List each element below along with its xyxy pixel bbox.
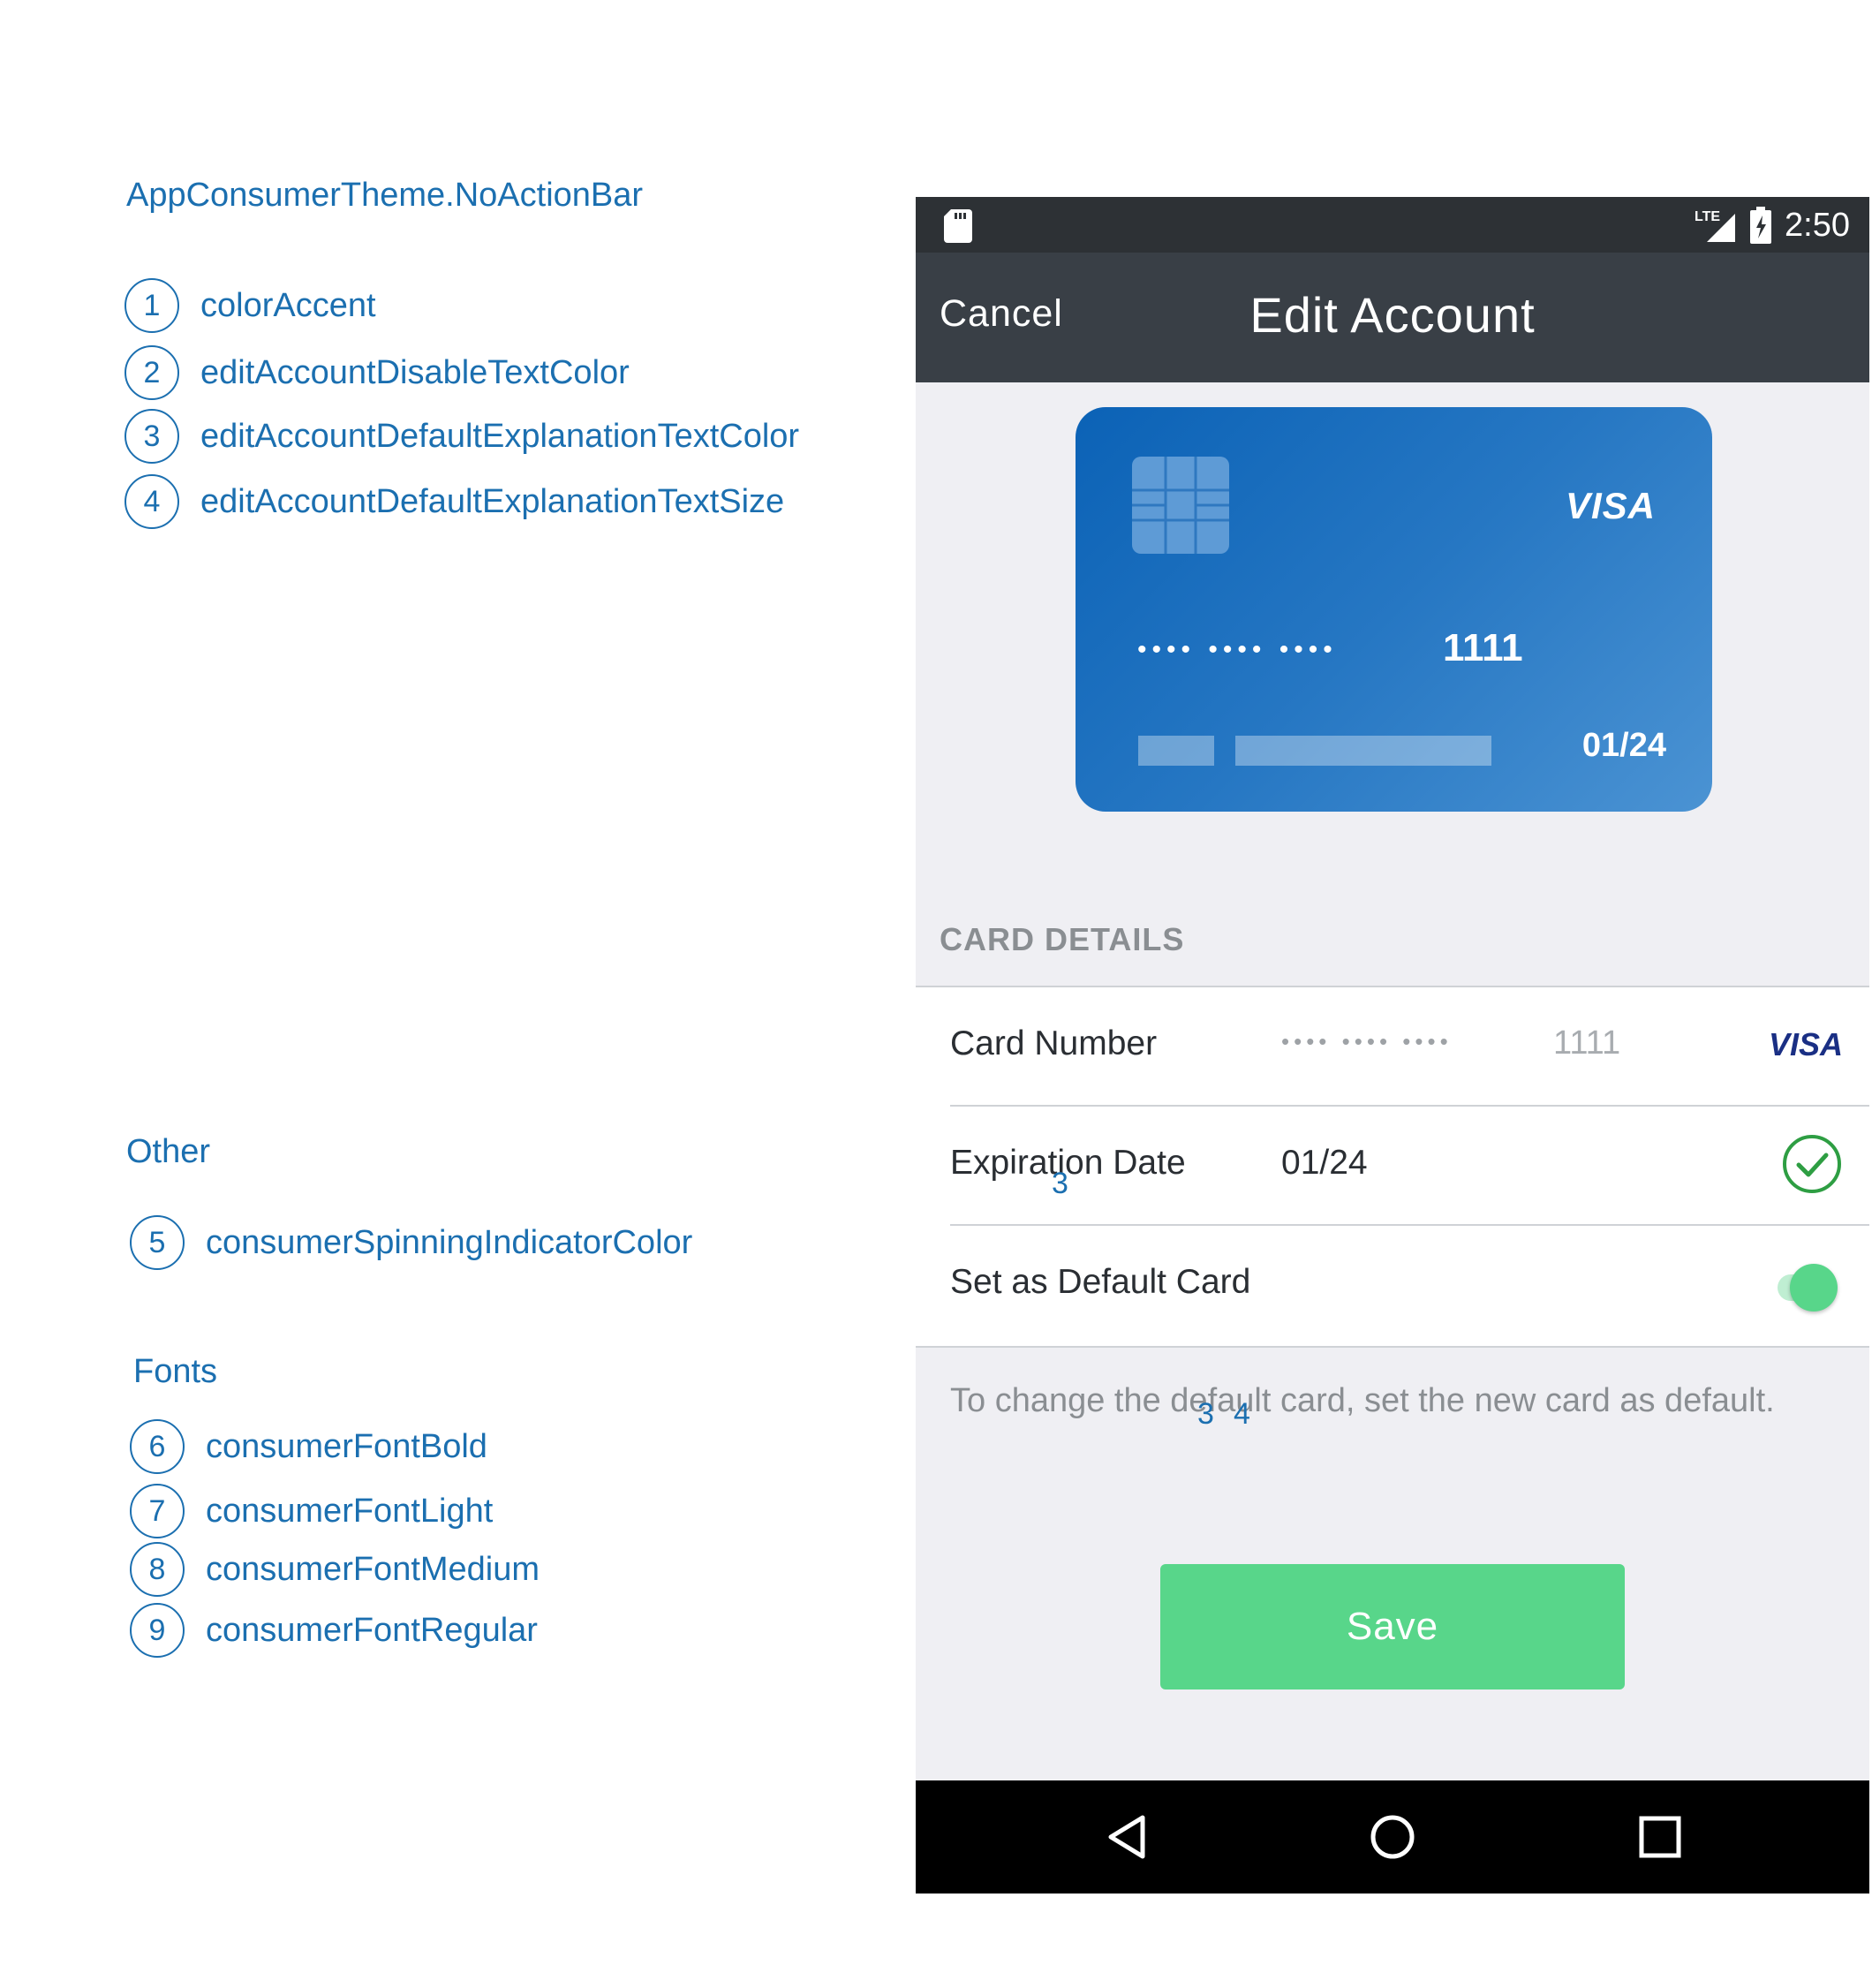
- lte-signal-icon: LTE: [1695, 209, 1736, 242]
- legend-item-3: 3 editAccountDefaultExplanationTextColor: [125, 405, 799, 467]
- legend-number: 6: [130, 1419, 185, 1474]
- legend-item-5: 5 consumerSpinningIndicatorColor: [130, 1212, 692, 1274]
- legend-number: 4: [125, 474, 179, 529]
- card-chip-icon: [1132, 457, 1229, 554]
- recents-icon[interactable]: [1635, 1812, 1685, 1862]
- default-card-explanation: To change the default card, set the new …: [950, 1382, 1775, 1419]
- legend-label: consumerFontLight: [206, 1492, 494, 1530]
- annotation-marker: 3: [1052, 1167, 1068, 1200]
- card-details-header: CARD DETAILS: [940, 921, 1185, 957]
- phone-screen: LTE 2:50 Cancel Edit Account VISA •••• •…: [916, 197, 1869, 1894]
- annotation-marker: 4: [1234, 1397, 1250, 1431]
- legend-number: 7: [130, 1484, 185, 1538]
- legend-number: 5: [130, 1215, 185, 1270]
- legend-item-9: 9 consumerFontRegular: [130, 1599, 538, 1661]
- card-masked-number: •••• •••• ••••: [1137, 635, 1338, 664]
- svg-text:LTE: LTE: [1695, 209, 1720, 224]
- legend-label: consumerFontBold: [206, 1427, 487, 1465]
- app-bar: Cancel Edit Account: [916, 253, 1869, 382]
- status-bar: LTE 2:50: [916, 197, 1869, 253]
- navigation-bar: [916, 1780, 1869, 1894]
- default-card-label: Set as Default Card: [950, 1263, 1251, 1301]
- legend-label: consumerFontRegular: [206, 1611, 538, 1649]
- legend-item-2: 2 editAccountDisableTextColor: [125, 342, 630, 404]
- legend-number: 8: [130, 1542, 185, 1597]
- legend-label: consumerSpinningIndicatorColor: [206, 1223, 693, 1261]
- status-icons: LTE 2:50: [1695, 202, 1850, 248]
- annotation-marker: 3: [1197, 1397, 1214, 1431]
- sd-card-icon: [944, 209, 972, 243]
- legend-item-8: 8 consumerFontMedium: [130, 1538, 540, 1600]
- theme-title: AppConsumerTheme.NoActionBar: [126, 177, 644, 214]
- other-title: Other: [126, 1133, 211, 1170]
- legend-item-4: 4 editAccountDefaultExplanationTextSize: [125, 471, 784, 533]
- visa-logo: VISA: [1768, 1026, 1843, 1062]
- legend-item-1: 1 colorAccent: [125, 275, 376, 336]
- legend-number: 1: [125, 278, 179, 333]
- expiration-value[interactable]: 01/24: [1281, 1144, 1368, 1183]
- legend-label: editAccountDefaultExplanationTextColor: [200, 417, 800, 455]
- legend-number: 2: [125, 345, 179, 400]
- battery-icon: [1750, 207, 1772, 244]
- fonts-title: Fonts: [133, 1353, 218, 1390]
- page-title: Edit Account: [1249, 287, 1536, 343]
- card-last-four: 1111: [1443, 626, 1523, 669]
- save-button[interactable]: Save: [1160, 1564, 1625, 1689]
- credit-card-preview: VISA •••• •••• •••• 1111 01/24: [1076, 407, 1712, 812]
- default-card-row: Set as Default Card: [950, 1226, 1869, 1343]
- status-time: 2:50: [1785, 206, 1850, 244]
- legend-number: 3: [125, 409, 179, 464]
- expiration-row[interactable]: Expiration Date 01/24: [950, 1107, 1869, 1226]
- legend-label: colorAccent: [200, 286, 376, 324]
- card-number-last-four: 1111: [1553, 1024, 1621, 1062]
- legend-label: consumerFontMedium: [206, 1550, 540, 1588]
- legend-item-7: 7 consumerFontLight: [130, 1480, 493, 1542]
- card-expiry: 01/24: [1581, 727, 1666, 764]
- card-number-row: Card Number •••• •••• •••• 1111 VISA: [950, 987, 1869, 1107]
- card-number-masked: •••• •••• ••••: [1281, 1028, 1453, 1054]
- card-name-placeholder: [1235, 736, 1491, 766]
- legend-label: editAccountDisableTextColor: [200, 353, 630, 391]
- legend-number: 9: [130, 1603, 185, 1658]
- check-circle-icon: [1783, 1135, 1841, 1193]
- card-brand-logo: VISA: [1565, 485, 1656, 526]
- toggle-thumb[interactable]: [1790, 1264, 1838, 1311]
- legend-item-6: 6 consumerFontBold: [130, 1416, 487, 1478]
- home-icon[interactable]: [1368, 1812, 1417, 1862]
- card-name-placeholder: [1138, 736, 1214, 766]
- legend-label: editAccountDefaultExplanationTextSize: [200, 482, 785, 520]
- back-icon[interactable]: [1104, 1812, 1153, 1862]
- card-number-label: Card Number: [950, 1024, 1158, 1062]
